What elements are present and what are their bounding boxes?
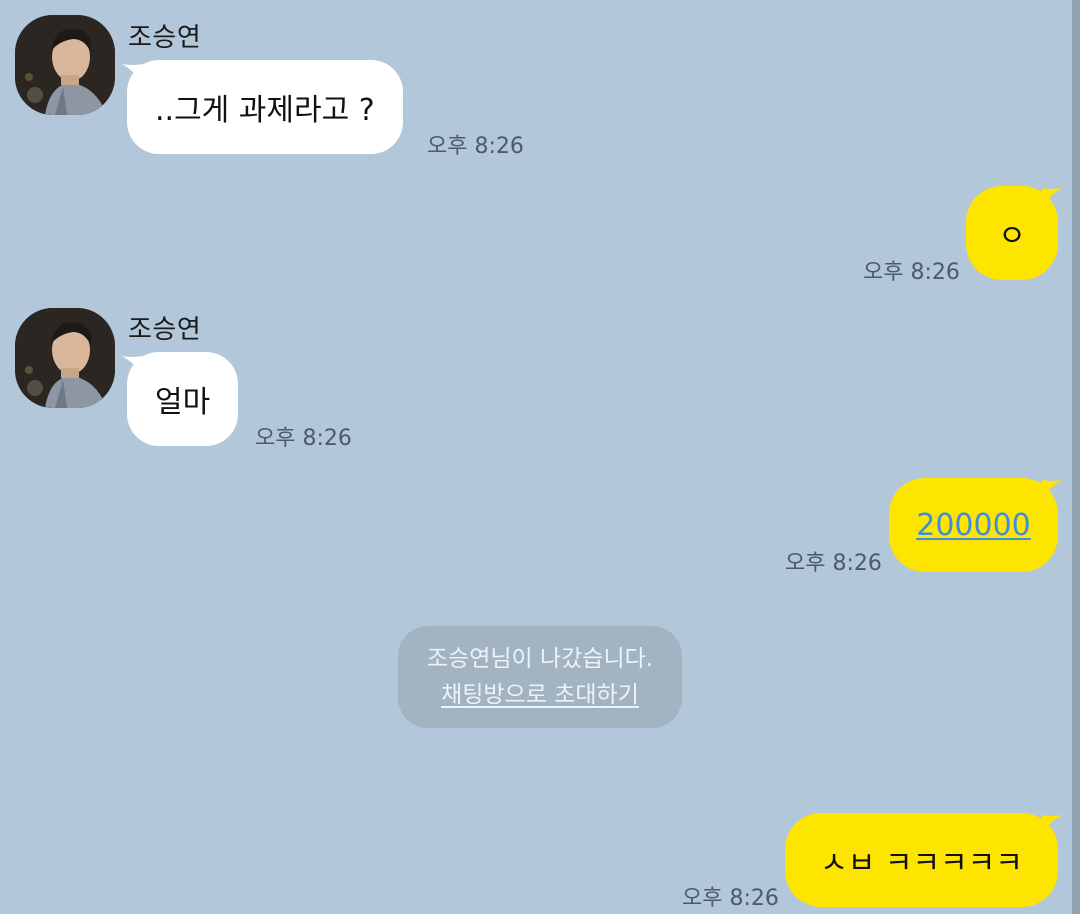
message-time: 오후 8:26 bbox=[682, 886, 779, 911]
message-bubble[interactable]: 얼마 bbox=[127, 352, 239, 446]
invite-link[interactable]: 채팅방으로 초대하기 bbox=[441, 677, 639, 713]
message-text: ..그게 과제라고 ? bbox=[155, 93, 375, 128]
message-bubble[interactable]: 200000 bbox=[889, 478, 1058, 572]
system-notice: 조승연님이 나갔습니다. 채팅방으로 초대하기 bbox=[398, 626, 682, 728]
message-time: 오후 8:26 bbox=[255, 426, 352, 451]
message-text: ㅇ bbox=[998, 219, 1026, 254]
sender-name: 조승연 bbox=[128, 23, 202, 53]
profile-avatar[interactable] bbox=[15, 308, 115, 408]
message-time: 오후 8:26 bbox=[427, 134, 524, 159]
message-bubble[interactable]: ..그게 과제라고 ? bbox=[127, 60, 403, 154]
profile-avatar[interactable] bbox=[15, 15, 115, 115]
sender-name: 조승연 bbox=[128, 315, 202, 345]
message-bubble[interactable]: ㅅㅂ ㅋㅋㅋㅋㅋ bbox=[785, 813, 1058, 907]
bubble-tail bbox=[1042, 480, 1062, 500]
bubble-tail bbox=[1042, 188, 1062, 208]
message-text: 얼마 bbox=[155, 385, 211, 420]
number-link[interactable]: 200000 bbox=[916, 508, 1031, 543]
message-time: 오후 8:26 bbox=[863, 260, 960, 285]
left-chat-notice: 조승연님이 나갔습니다. bbox=[426, 646, 654, 672]
message-time: 오후 8:26 bbox=[785, 551, 882, 576]
scrollbar[interactable] bbox=[1072, 0, 1080, 914]
message-text: ㅅㅂ ㅋㅋㅋㅋㅋ bbox=[820, 846, 1023, 881]
bubble-tail bbox=[1042, 815, 1062, 835]
